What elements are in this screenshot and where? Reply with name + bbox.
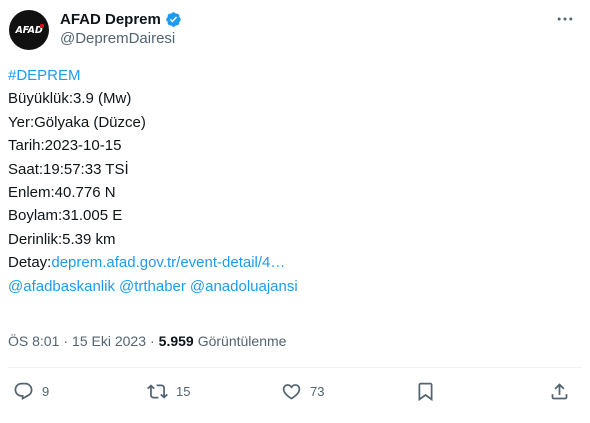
bookmark-button[interactable]: [415, 378, 436, 404]
hashtag-link[interactable]: #DEPREM: [8, 67, 81, 84]
tweet-line-longitude: Boylam:31.005 E: [8, 207, 123, 225]
mention-anadoluajansi[interactable]: @anadoluajansi: [190, 278, 298, 295]
meta-separator: ·: [63, 333, 69, 349]
tweet-text: #DEPREM Büyüklük:3.9 (Mw) Yer:Gölyaka (D…: [8, 64, 578, 298]
reply-icon: [14, 382, 33, 400]
tweet-line-date: Tarih:2023-10-15: [8, 137, 122, 155]
avatar-logo-text: AFAD: [15, 24, 43, 36]
more-options-icon[interactable]: [554, 8, 576, 30]
retweet-count: 15: [176, 383, 191, 399]
mentions-line: @afadbaskanlik @trthaber @anadoluajansi: [8, 275, 578, 298]
meta-separator: ·: [150, 333, 155, 349]
mention-afadbaskanlik[interactable]: @afadbaskanlik: [8, 278, 115, 295]
views-count: 5.959: [158, 333, 194, 349]
share-icon: [551, 382, 568, 399]
tweet-line-magnitude: Büyüklük:3.9 (Mw): [8, 90, 132, 108]
tweet-meta: ÖS 8:01 · 15 Eki 2023 · 5.959 Görüntülen…: [8, 331, 286, 351]
action-bar: 9 15 73: [0, 378, 590, 404]
avatar-logo-accent: [40, 24, 44, 28]
views-label: Görüntülenme: [197, 333, 287, 349]
retweet-button[interactable]: 15: [147, 378, 190, 404]
like-icon: [282, 383, 301, 400]
like-button[interactable]: 73: [281, 378, 324, 404]
divider: [8, 367, 582, 368]
author-name-row: AFAD Deprem: [60, 9, 182, 29]
bookmark-icon: [418, 382, 433, 401]
tweet-line-location: Yer:Gölyaka (Düzce): [8, 113, 146, 131]
reply-button[interactable]: 9: [13, 378, 49, 404]
share-button[interactable]: [549, 378, 570, 404]
author-handle[interactable]: @DepremDairesi: [60, 30, 175, 47]
like-count: 73: [310, 383, 325, 399]
mention-trthaber[interactable]: @trthaber: [119, 278, 186, 295]
tweet-time[interactable]: ÖS 8:01: [8, 333, 59, 349]
tweet-line-depth: Derinlik:5.39 km: [8, 230, 116, 248]
reply-count: 9: [42, 383, 50, 399]
retweet-icon: [147, 383, 168, 399]
tweet-line-latitude: Enlem:40.776 N: [8, 183, 116, 201]
tweet-line-time: Saat:19:57:33 TSİ: [8, 160, 129, 178]
tweet-date[interactable]: 15 Eki 2023: [72, 333, 146, 349]
detail-link[interactable]: deprem.afad.gov.tr/event-detail/4…: [51, 254, 285, 271]
detail-label: Detay:: [8, 254, 52, 272]
verified-badge-icon[interactable]: [165, 11, 182, 28]
tweet-line-detail: Detay:deprem.afad.gov.tr/event-detail/4…: [8, 251, 578, 274]
avatar[interactable]: AFAD: [9, 10, 49, 50]
display-name[interactable]: AFAD Deprem: [60, 11, 161, 28]
